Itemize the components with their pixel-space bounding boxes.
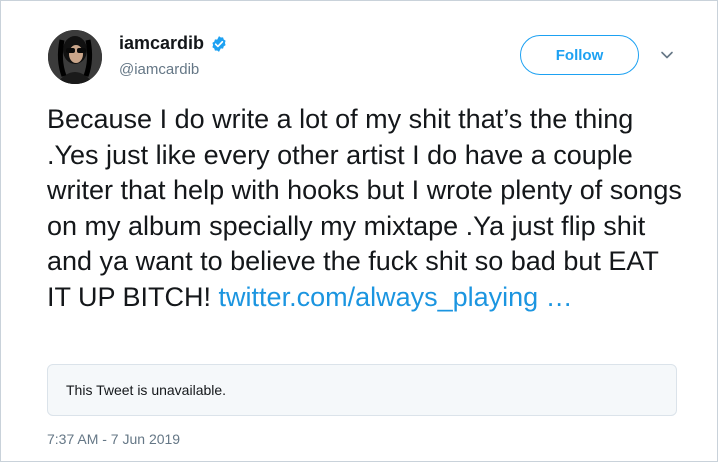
unavailable-text: This Tweet is unavailable. bbox=[66, 382, 227, 398]
user-name-row[interactable]: iamcardib bbox=[119, 33, 228, 54]
tweet-text: Because I do write a lot of my shit that… bbox=[47, 102, 687, 315]
user-handle[interactable]: @iamcardib bbox=[119, 61, 199, 78]
follow-button[interactable]: Follow bbox=[520, 35, 639, 75]
quoted-tweet-unavailable: This Tweet is unavailable. bbox=[47, 364, 677, 416]
verified-badge-icon bbox=[212, 35, 226, 52]
tweet-timestamp[interactable]: 7:37 AM - 7 Jun 2019 bbox=[47, 431, 180, 447]
display-name[interactable]: iamcardib bbox=[119, 33, 204, 54]
chevron-down-icon[interactable] bbox=[659, 47, 675, 63]
tweet-body: Because I do write a lot of my shit that… bbox=[47, 104, 682, 312]
tweet-card: iamcardib @iamcardib Follow Because I do… bbox=[0, 0, 718, 462]
avatar-image bbox=[48, 30, 102, 84]
avatar[interactable] bbox=[48, 30, 102, 84]
tweet-link[interactable]: twitter.com/always_playing … bbox=[219, 282, 573, 312]
